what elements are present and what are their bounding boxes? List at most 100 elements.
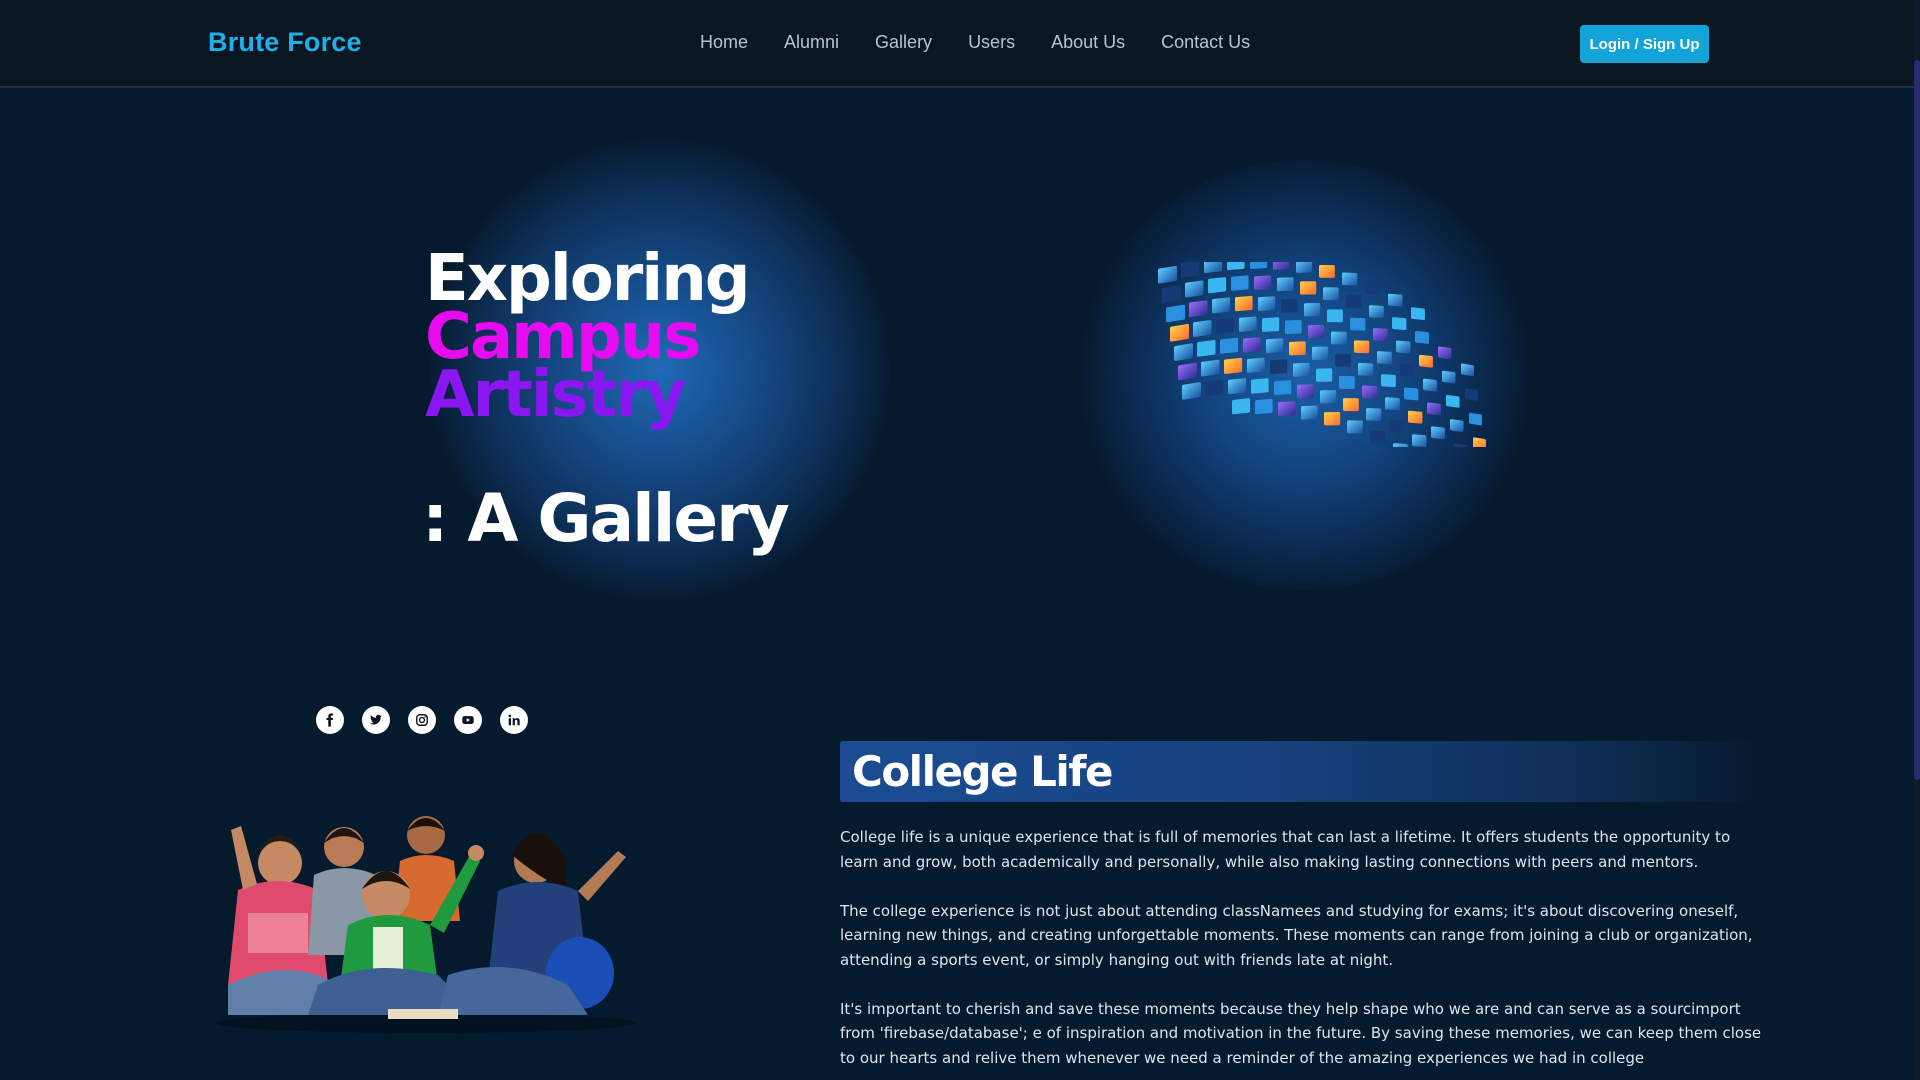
nav-gallery[interactable]: Gallery bbox=[875, 32, 932, 53]
screen-tile bbox=[1243, 337, 1261, 353]
college-life-header: College Life bbox=[840, 741, 1760, 802]
screen-tile bbox=[1220, 337, 1239, 354]
screen-tile bbox=[1251, 378, 1269, 394]
screen-tile bbox=[1197, 339, 1216, 357]
screen-tile bbox=[1227, 262, 1245, 271]
screen-tile bbox=[1450, 419, 1464, 432]
screen-tile bbox=[1193, 320, 1212, 337]
screen-tile bbox=[1297, 384, 1314, 399]
screen-tile bbox=[1278, 401, 1296, 416]
youtube-icon[interactable] bbox=[454, 706, 482, 734]
screen-tile bbox=[1316, 368, 1333, 382]
screen-tile bbox=[1431, 426, 1445, 440]
screen-tile bbox=[1392, 317, 1407, 331]
college-paragraph-3: It's important to cherish and save these… bbox=[840, 999, 1762, 1067]
screen-tile bbox=[1250, 262, 1268, 269]
screen-tile bbox=[1327, 309, 1343, 323]
screen-tile bbox=[1262, 317, 1280, 332]
screen-tile bbox=[1419, 354, 1433, 368]
screen-tile bbox=[1343, 398, 1359, 412]
screen-tile bbox=[1404, 387, 1419, 401]
screen-tile bbox=[1465, 388, 1478, 401]
screen-tile bbox=[1166, 304, 1185, 323]
screen-tile bbox=[1365, 282, 1380, 296]
screen-tile bbox=[1389, 420, 1404, 434]
screen-tile bbox=[1347, 420, 1363, 434]
screen-tile bbox=[1182, 382, 1201, 400]
main-nav: Home Alumni Gallery Users About Us Conta… bbox=[700, 32, 1286, 53]
social-links bbox=[316, 706, 528, 734]
nav-contact-us[interactable]: Contact Us bbox=[1161, 32, 1250, 53]
scrollbar-thumb[interactable] bbox=[1914, 60, 1920, 780]
screen-tile bbox=[1396, 340, 1411, 354]
screen-tile bbox=[1358, 362, 1374, 376]
screen-tile bbox=[1239, 316, 1257, 332]
media-screens-image bbox=[1158, 262, 1486, 447]
hero-title: Exploring Campus Artistry bbox=[425, 247, 751, 432]
screen-tile bbox=[1373, 328, 1388, 342]
screen-tile bbox=[1438, 346, 1452, 360]
screen-tile bbox=[1323, 287, 1339, 301]
screen-tile bbox=[1370, 430, 1386, 444]
screen-tile bbox=[1335, 353, 1351, 367]
college-life-body: College life is a unique experience that… bbox=[840, 825, 1765, 1080]
screen-tile bbox=[1170, 324, 1189, 342]
screen-tile bbox=[1204, 262, 1223, 274]
facebook-icon[interactable] bbox=[316, 706, 344, 734]
screen-tile bbox=[1235, 295, 1253, 312]
students-group-photo bbox=[216, 816, 636, 1033]
screen-tile bbox=[1178, 362, 1197, 381]
screen-tile bbox=[1461, 363, 1474, 377]
screen-tile bbox=[1415, 330, 1429, 344]
screen-tile bbox=[1247, 357, 1265, 374]
instagram-icon[interactable] bbox=[408, 706, 436, 734]
nav-home[interactable]: Home bbox=[700, 32, 748, 53]
screen-tile bbox=[1274, 380, 1292, 395]
hero-subtitle: : A Gallery bbox=[422, 480, 790, 557]
screen-tile bbox=[1320, 390, 1337, 404]
screen-tile bbox=[1285, 320, 1302, 335]
screen-tile bbox=[1366, 408, 1382, 422]
nav-users[interactable]: Users bbox=[968, 32, 1015, 53]
screen-tile bbox=[1362, 385, 1378, 399]
screen-tile bbox=[1216, 317, 1235, 334]
screen-tile bbox=[1281, 298, 1298, 313]
nav-about-us[interactable]: About Us bbox=[1051, 32, 1125, 53]
screen-tile bbox=[1224, 357, 1243, 374]
linkedin-icon[interactable] bbox=[500, 706, 528, 734]
screen-tile bbox=[1181, 262, 1200, 278]
screen-tile bbox=[1400, 364, 1415, 377]
top-navbar: Brute Force Home Alumni Gallery Users Ab… bbox=[0, 0, 1920, 88]
twitter-icon[interactable] bbox=[362, 706, 390, 734]
screen-tile bbox=[1254, 275, 1272, 291]
screen-tile bbox=[1469, 412, 1482, 426]
screen-tile bbox=[1342, 272, 1358, 286]
screen-tile bbox=[1411, 307, 1425, 321]
hero-title-line-3: Artistry bbox=[425, 358, 687, 432]
screen-tile bbox=[1446, 394, 1460, 408]
login-signup-button[interactable]: Login / Sign Up bbox=[1580, 25, 1709, 63]
brand-logo[interactable]: Brute Force bbox=[208, 27, 362, 58]
screen-tile bbox=[1300, 281, 1317, 295]
screen-tiles bbox=[1158, 262, 1486, 447]
screen-tile bbox=[1381, 374, 1396, 388]
page-scrollbar[interactable] bbox=[1914, 0, 1920, 1080]
screen-tile bbox=[1393, 443, 1408, 447]
screen-tile bbox=[1324, 412, 1341, 426]
screen-tile bbox=[1162, 285, 1181, 303]
screen-tile bbox=[1277, 277, 1294, 292]
screen-tile bbox=[1319, 264, 1335, 278]
screen-tile bbox=[1473, 437, 1486, 447]
screen-tile bbox=[1385, 397, 1400, 411]
nav-alumni[interactable]: Alumni bbox=[784, 32, 839, 53]
screen-tile bbox=[1232, 398, 1251, 415]
college-paragraph-2: The college experience is not just about… bbox=[840, 901, 1753, 969]
screen-tile bbox=[1442, 370, 1456, 384]
screen-tile bbox=[1174, 343, 1193, 361]
screen-tile bbox=[1289, 341, 1306, 356]
screen-tile bbox=[1312, 346, 1329, 360]
screen-tile bbox=[1388, 293, 1403, 307]
screen-tile bbox=[1427, 402, 1441, 416]
screen-tile bbox=[1408, 410, 1423, 424]
screen-tile bbox=[1270, 359, 1288, 374]
